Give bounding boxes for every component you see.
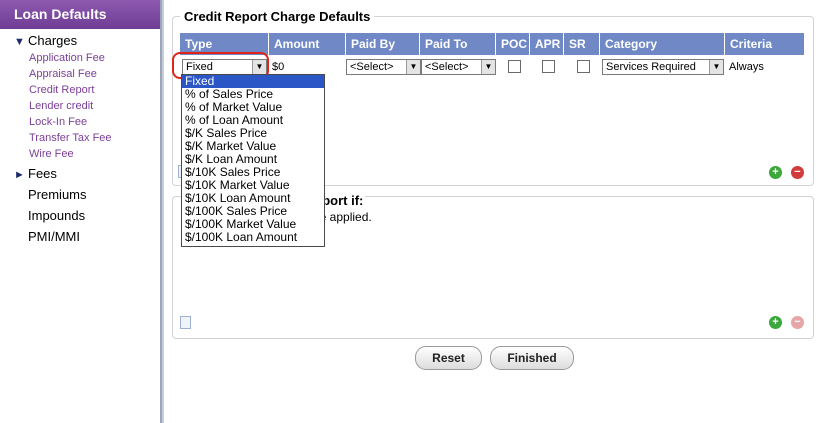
type-dropdown-list[interactable]: Fixed % of Sales Price % of Market Value…: [181, 74, 325, 247]
expanded-arrow-icon: ▼: [14, 36, 25, 48]
copy-icon[interactable]: [180, 316, 191, 329]
paid-by-select[interactable]: <Select> ▼: [346, 59, 421, 75]
nav-item-credit-report[interactable]: Credit Report: [29, 84, 94, 96]
remove-charge-icon[interactable]: −: [791, 166, 804, 179]
type-option[interactable]: $/100K Loan Amount: [182, 231, 324, 244]
nav-fees-label: Fees: [28, 166, 57, 181]
section-title: Credit Report Charge Defaults: [180, 9, 375, 24]
add-charge-icon[interactable]: +: [769, 166, 782, 179]
nav-premiums[interactable]: Premiums: [28, 187, 87, 202]
col-poc: POC: [496, 33, 530, 55]
paid-to-value: <Select>: [425, 61, 469, 73]
nav-item-lock-in-fee[interactable]: Lock-In Fee: [29, 116, 87, 128]
sidebar-divider: [162, 0, 164, 423]
amount-input[interactable]: $0: [272, 60, 284, 74]
category-select[interactable]: Services Required ▼: [602, 59, 724, 75]
col-amount: Amount: [269, 33, 346, 55]
dropdown-arrow-icon: ▼: [709, 60, 723, 74]
sr-checkbox[interactable]: [577, 60, 590, 73]
collapsed-arrow-icon: ►: [14, 169, 25, 181]
reset-button[interactable]: Reset: [415, 346, 482, 370]
sidebar-title: Loan Defaults: [0, 0, 160, 29]
paid-to-select[interactable]: <Select> ▼: [421, 59, 496, 75]
remove-criteria-icon[interactable]: −: [791, 316, 804, 329]
col-criteria: Criteria: [730, 37, 773, 51]
nav-item-lender-credit[interactable]: Lender credit: [29, 100, 93, 112]
dropdown-arrow-icon: ▼: [481, 60, 495, 74]
col-paid-by: Paid By: [346, 33, 420, 55]
nav-charges[interactable]: ▼ Charges: [14, 33, 77, 48]
add-criteria-icon[interactable]: +: [769, 316, 782, 329]
nav-impounds[interactable]: Impounds: [28, 208, 85, 223]
apr-checkbox[interactable]: [542, 60, 555, 73]
nav-item-appraisal-fee[interactable]: Appraisal Fee: [29, 68, 97, 80]
col-apr: APR: [530, 33, 564, 55]
finished-button[interactable]: Finished: [490, 346, 574, 370]
nav-charges-label: Charges: [28, 33, 78, 48]
col-sr: SR: [564, 33, 600, 55]
sidebar: Loan Defaults ▼ Charges Application Fee A…: [0, 0, 162, 423]
nav-item-wire-fee[interactable]: Wire Fee: [29, 148, 74, 160]
nav-item-transfer-tax-fee[interactable]: Transfer Tax Fee: [29, 132, 112, 144]
table-header: Type Amount Paid By Paid To POC APR SR C…: [180, 33, 804, 55]
paid-by-value: <Select>: [350, 61, 394, 73]
category-value: Services Required: [606, 61, 696, 73]
poc-checkbox[interactable]: [508, 60, 521, 73]
nav-fees[interactable]: ► Fees: [14, 166, 57, 181]
nav-item-application-fee[interactable]: Application Fee: [29, 52, 105, 64]
nav-pmi-mmi[interactable]: PMI/MMI: [28, 229, 80, 244]
criteria-value: Always: [729, 61, 764, 73]
col-paid-to: Paid To: [420, 33, 496, 55]
col-category: Category: [600, 33, 725, 55]
dropdown-arrow-icon: ▼: [406, 60, 420, 74]
